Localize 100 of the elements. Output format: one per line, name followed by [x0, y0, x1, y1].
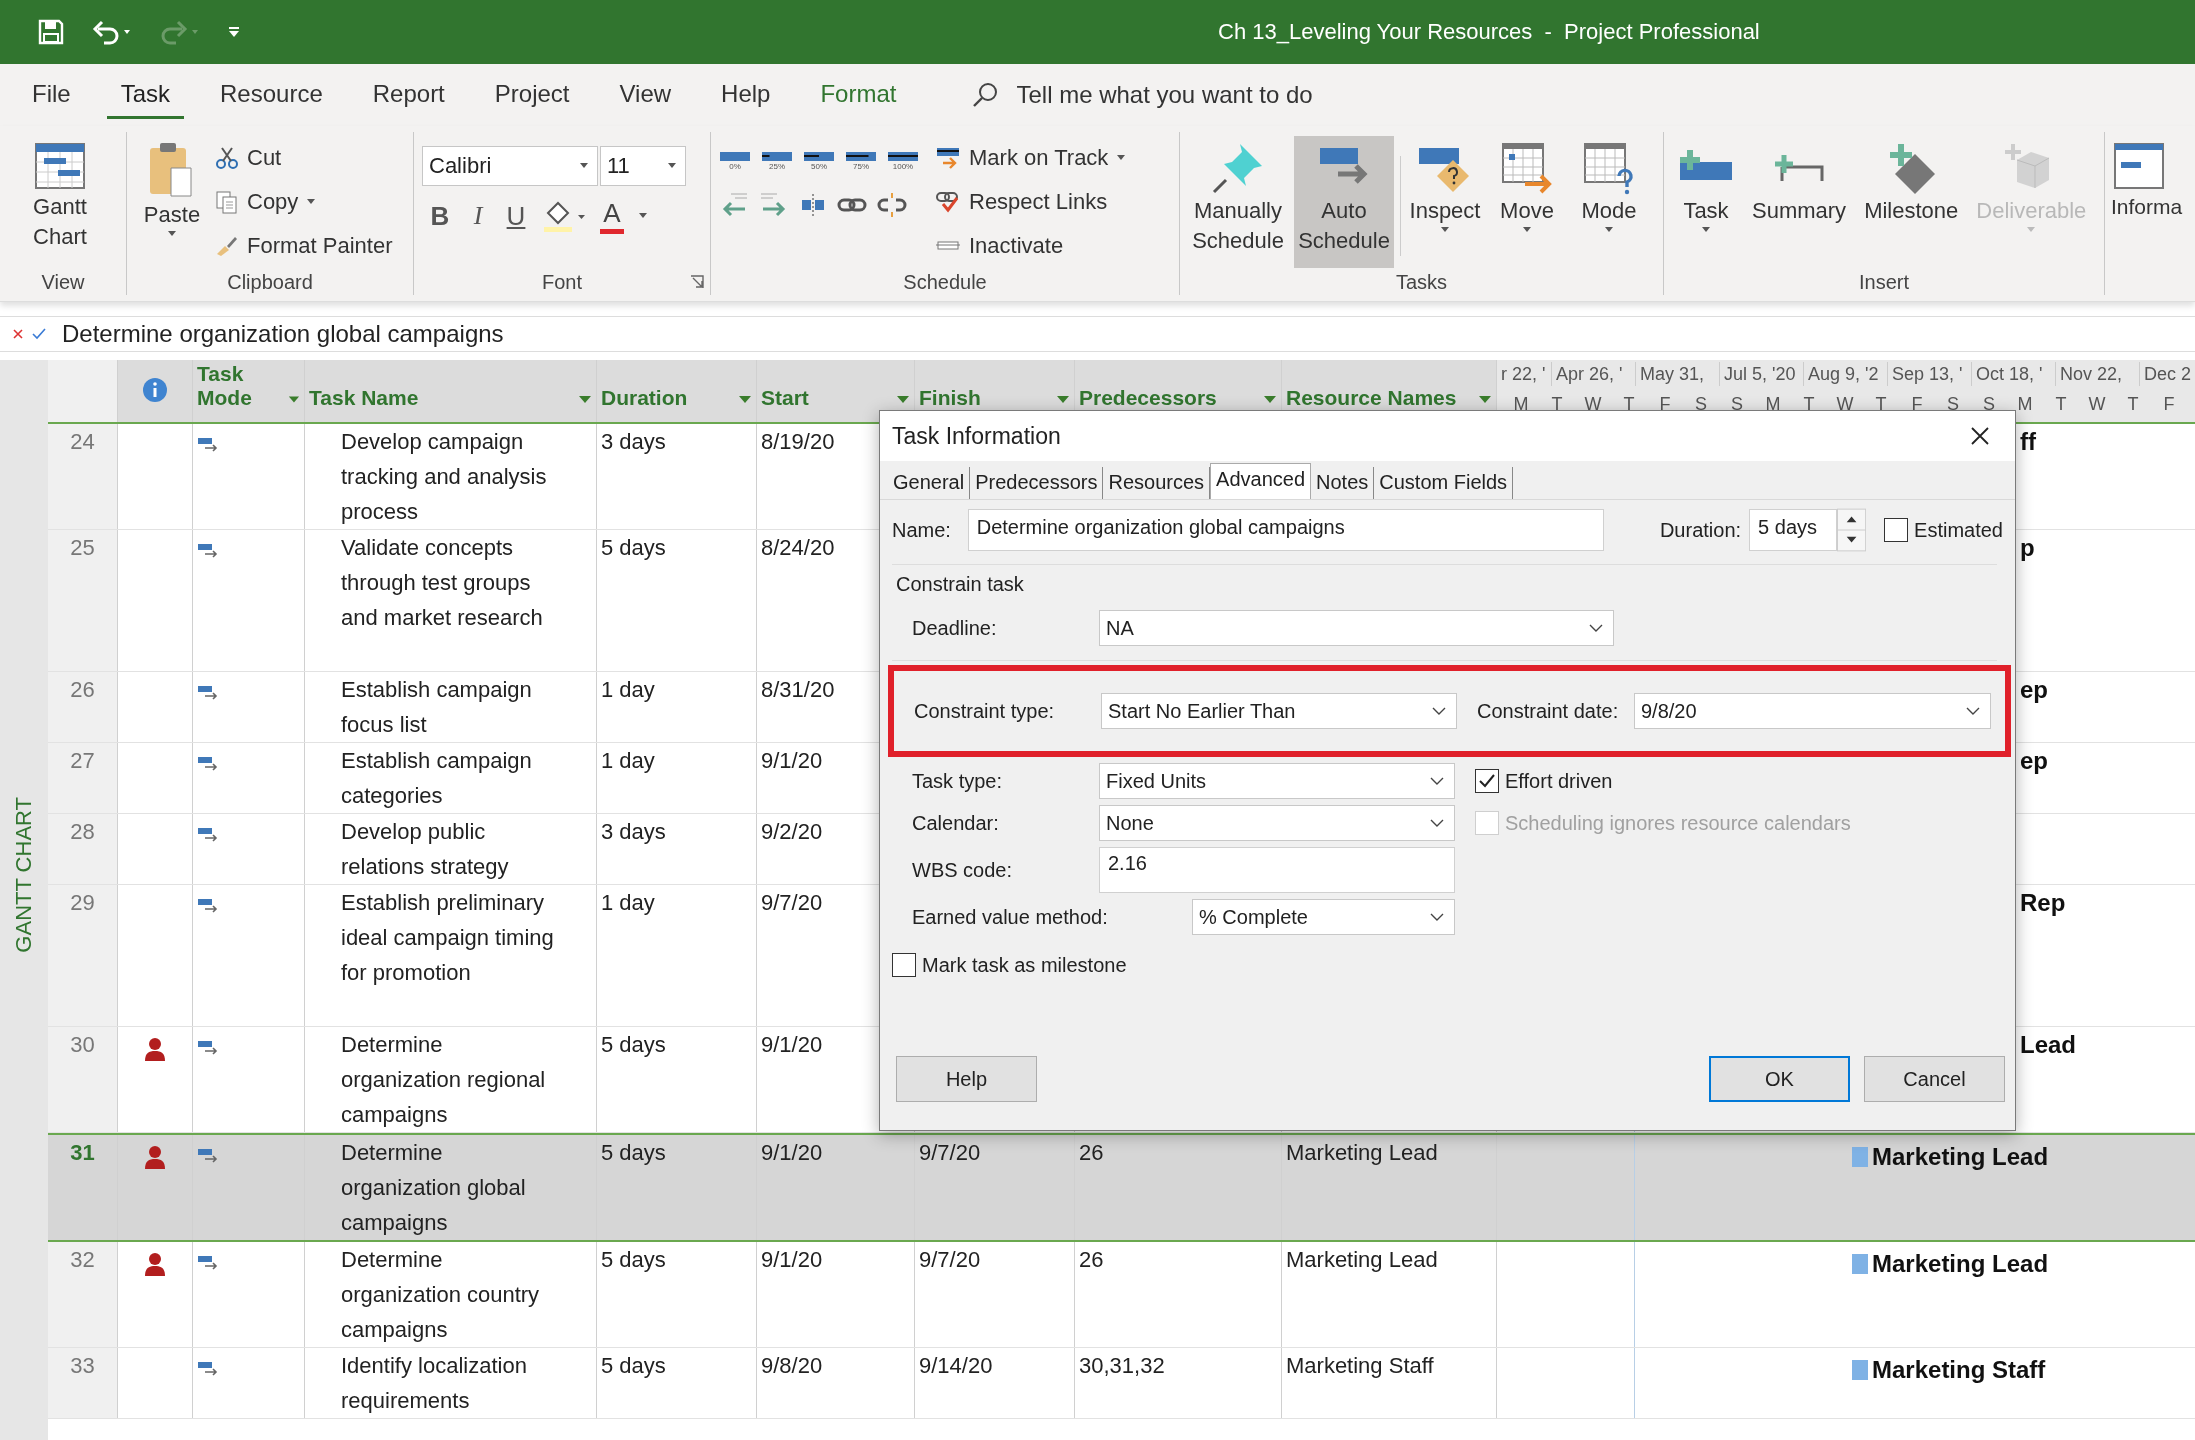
- calendar-dropdown[interactable]: None: [1099, 805, 1455, 841]
- ribbon-tab[interactable]: File: [18, 71, 85, 119]
- copy-icon: [215, 190, 239, 214]
- percent-complete-button[interactable]: 50%: [803, 150, 835, 171]
- task-tool-button[interactable]: Mode: [1571, 136, 1647, 238]
- paint-bucket-icon[interactable]: [542, 199, 586, 233]
- search-icon[interactable]: [972, 82, 999, 108]
- row-number[interactable]: 30: [70, 1032, 95, 1057]
- italic-button[interactable]: I: [466, 201, 490, 231]
- cut-button[interactable]: Cut: [215, 138, 393, 178]
- task-tool-button[interactable]: Move: [1489, 136, 1565, 238]
- inactivate-button[interactable]: Inactivate: [935, 226, 1127, 266]
- entry-field[interactable]: Determine organization global campaigns: [62, 320, 504, 348]
- dialog-tab[interactable]: Advanced: [1210, 463, 1311, 499]
- filter-caret-icon[interactable]: [1056, 395, 1070, 404]
- filter-caret-icon[interactable]: [1478, 395, 1492, 404]
- font-size-dropdown[interactable]: 11: [600, 146, 686, 186]
- row-number[interactable]: 28: [70, 819, 95, 844]
- percent-complete-button[interactable]: 100%: [887, 150, 919, 171]
- checkbox[interactable]: [892, 953, 916, 977]
- dialog-tab[interactable]: Custom Fields: [1374, 467, 1514, 499]
- insert-button[interactable]: Milestone: [1858, 136, 1965, 230]
- percent-complete-button[interactable]: 0%: [719, 150, 751, 171]
- form-icon: [2111, 140, 2167, 192]
- row-number[interactable]: 27: [70, 748, 95, 773]
- dialog-tab[interactable]: Notes: [1311, 467, 1375, 499]
- task-type-dropdown[interactable]: Fixed Units: [1099, 763, 1455, 799]
- dialog-tab[interactable]: Predecessors: [970, 467, 1104, 499]
- task-name-cell: Establish campaign categories: [341, 748, 532, 808]
- filter-caret-icon[interactable]: [578, 395, 592, 404]
- earned-value-dropdown[interactable]: % Complete: [1192, 899, 1455, 935]
- chevron-down-icon: [1430, 912, 1444, 922]
- customize-caret-icon[interactable]: [228, 26, 240, 38]
- underline-button[interactable]: U: [504, 200, 528, 232]
- search-field[interactable]: Tell me what you want to do: [1016, 81, 1313, 109]
- close-icon[interactable]: [1969, 425, 1991, 447]
- checkbox[interactable]: [1884, 518, 1909, 542]
- ribbon-tab[interactable]: Project: [480, 71, 584, 119]
- font-family-dropdown[interactable]: Calibri: [422, 146, 598, 186]
- column-header[interactable]: Task Name: [305, 360, 597, 422]
- percent-complete-button[interactable]: 25%: [761, 150, 793, 171]
- constraint-date-dropdown[interactable]: 9/8/20: [1634, 693, 1991, 729]
- ribbon-tab[interactable]: Help: [707, 71, 785, 119]
- split-icon[interactable]: [799, 191, 827, 219]
- selected-row[interactable]: 31 Determine organization global campaigns 5 days 9/1/20 9/7/20 26 Marketing Lead Marketing Lead: [48, 1133, 2195, 1242]
- task-tool-button[interactable]: Inspect: [1407, 136, 1483, 238]
- filter-caret-icon[interactable]: [738, 395, 752, 404]
- paste-button[interactable]: Paste: [135, 136, 209, 242]
- font-color-button[interactable]: A: [600, 198, 624, 234]
- cancel-entry-icon[interactable]: [12, 328, 24, 340]
- information-button[interactable]: Informa: [2111, 136, 2183, 226]
- row-number[interactable]: 24: [70, 429, 95, 454]
- ribbon-tab[interactable]: Format: [806, 71, 911, 119]
- schedule-mode-button[interactable]: Auto Schedule: [1294, 136, 1394, 268]
- undo-icon[interactable]: [92, 19, 132, 45]
- insert-button[interactable]: Summary: [1746, 136, 1853, 230]
- ribbon-tab[interactable]: Resource: [206, 71, 337, 119]
- group-label: View: [41, 270, 85, 295]
- column-header[interactable]: Duration: [597, 360, 757, 422]
- format-painter-button[interactable]: Format Painter: [215, 226, 393, 266]
- dialog-button[interactable]: OK: [1709, 1056, 1850, 1102]
- row-number[interactable]: 31: [70, 1140, 95, 1165]
- save-icon[interactable]: [38, 19, 64, 45]
- deadline-dropdown[interactable]: NA: [1099, 610, 1614, 646]
- ribbon-tab[interactable]: Report: [358, 71, 459, 119]
- copy-button[interactable]: Copy: [215, 182, 393, 222]
- constraint-type-dropdown[interactable]: Start No Earlier Than: [1101, 693, 1457, 729]
- duration-cell: 1 day: [601, 748, 655, 773]
- gantt-chart-button[interactable]: Gantt Chart: [8, 136, 112, 256]
- dialog-launcher-icon[interactable]: [690, 275, 704, 289]
- percent-complete-button[interactable]: 75%: [845, 150, 877, 171]
- row-number[interactable]: 32: [70, 1247, 95, 1272]
- row-number[interactable]: 33: [70, 1353, 95, 1378]
- row-number[interactable]: 26: [70, 677, 95, 702]
- info-icon: [142, 377, 168, 403]
- group-label: Tasks: [1395, 270, 1448, 295]
- ribbon-tab[interactable]: View: [605, 71, 686, 119]
- checkbox[interactable]: [1475, 769, 1499, 793]
- unlink-icon[interactable]: [877, 191, 907, 219]
- spin-arrows-icon[interactable]: [1836, 508, 1867, 552]
- column-header[interactable]: Task Mode: [193, 360, 305, 422]
- confirm-entry-icon[interactable]: [32, 328, 46, 340]
- dialog-button[interactable]: Cancel: [1864, 1056, 2005, 1102]
- row-number[interactable]: 29: [70, 890, 95, 915]
- dialog-button[interactable]: Help: [896, 1056, 1037, 1102]
- schedule-mode-button[interactable]: Manually Schedule: [1188, 136, 1288, 268]
- dialog-tab[interactable]: General: [888, 467, 971, 499]
- name-field[interactable]: Determine organization global campaigns: [967, 509, 1604, 551]
- bold-button[interactable]: B: [428, 200, 452, 232]
- ribbon-tab[interactable]: Task: [106, 71, 185, 119]
- row-number[interactable]: 25: [70, 535, 95, 560]
- wbs-code-field[interactable]: 2.16: [1099, 847, 1455, 893]
- filter-caret-icon[interactable]: [288, 395, 300, 404]
- redo-icon: [160, 19, 200, 45]
- filter-caret-icon[interactable]: [896, 395, 910, 404]
- duration-field[interactable]: 5 days: [1749, 509, 1837, 551]
- filter-caret-icon[interactable]: [1263, 395, 1277, 404]
- mark-on-track-button[interactable]: Mark on Track: [935, 138, 1127, 178]
- respect-links-button[interactable]: Respect Links: [935, 182, 1127, 222]
- insert-button[interactable]: Task: [1672, 136, 1740, 238]
